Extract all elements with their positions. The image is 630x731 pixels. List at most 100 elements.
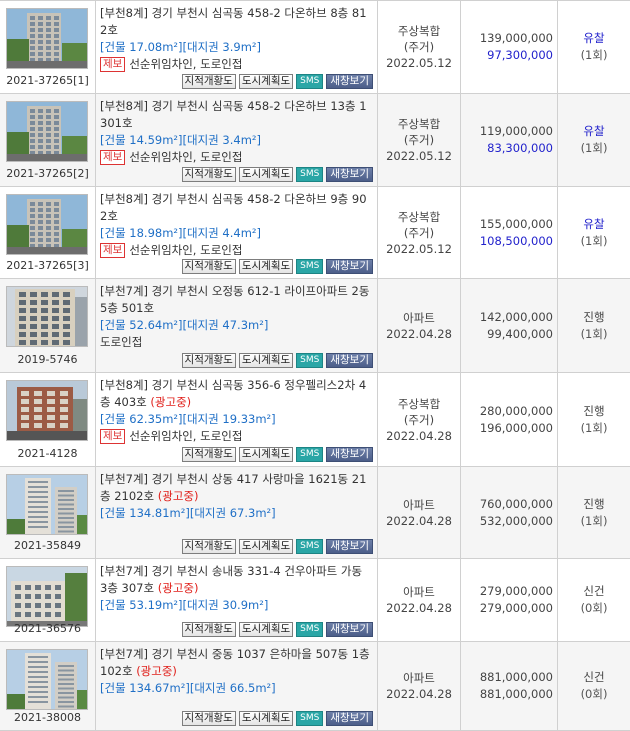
property-address[interactable]: [부천8계] 경기 부천시 심곡동 458-2 다온하브 8층 812호	[100, 5, 373, 39]
photo-cell: 2021-35849	[0, 467, 95, 558]
address-text[interactable]: [부천8계] 경기 부천시 심곡동 458-2 다온하브 8층 812호	[100, 6, 367, 37]
new-window-button[interactable]: 새창보기	[326, 74, 373, 89]
type-cell: 아파트 2022.04.28	[377, 559, 460, 641]
report-badge[interactable]: 제보	[100, 57, 126, 72]
case-number[interactable]: 2021-37265[2]	[0, 167, 95, 180]
property-photo[interactable]	[6, 380, 88, 441]
table-row[interactable]: 2021-37265[2] [부천8계] 경기 부천시 심곡동 458-2 다온하…	[0, 94, 630, 187]
cadastral-map-button[interactable]: 지적개황도	[181, 74, 236, 89]
report-badge[interactable]: 제보	[100, 243, 126, 258]
cadastral-map-button[interactable]: 지적개황도	[181, 711, 236, 726]
table-row[interactable]: 2021-37265[3] [부천8계] 경기 부천시 심곡동 458-2 다온하…	[0, 187, 630, 279]
new-window-button[interactable]: 새창보기	[326, 711, 373, 726]
photo-cell: 2021-36576	[0, 559, 95, 641]
address-text[interactable]: [부천7계] 경기 부천시 송내동 331-4 건우아파트 가동 3층 307호	[100, 564, 362, 595]
new-window-button[interactable]: 새창보기	[326, 167, 373, 182]
cadastral-map-button[interactable]: 지적개황도	[181, 622, 236, 637]
sale-date: 2022.05.12	[386, 56, 452, 70]
new-window-button[interactable]: 새창보기	[326, 622, 373, 637]
property-photo[interactable]	[6, 474, 88, 535]
property-address[interactable]: [부천7계] 경기 부천시 오정동 612-1 라이프아파트 2동 5층 501…	[100, 283, 373, 317]
report-badge[interactable]: 제보	[100, 150, 126, 165]
property-type: 아파트	[403, 585, 435, 599]
case-number[interactable]: 2021-4128	[0, 447, 95, 460]
property-subtype: (주거)	[403, 133, 435, 147]
notes: 제보 선순위임차인, 도로인접	[100, 56, 373, 73]
cadastral-map-button[interactable]: 지적개황도	[181, 167, 236, 182]
case-number[interactable]: 2021-36576	[0, 622, 95, 635]
case-number[interactable]: 2021-37265[3]	[0, 259, 95, 272]
urban-plan-button[interactable]: 도시계획도	[238, 167, 294, 182]
new-window-button[interactable]: 새창보기	[326, 353, 373, 368]
new-window-button[interactable]: 새창보기	[326, 259, 373, 274]
table-row[interactable]: 2021-4128 [부천8계] 경기 부천시 심곡동 356-6 정우펠리스2차…	[0, 373, 630, 467]
property-photo[interactable]	[6, 8, 88, 69]
cadastral-map-button[interactable]: 지적개황도	[181, 539, 236, 554]
property-address[interactable]: [부천7계] 경기 부천시 상동 417 사랑마을 1621동 21층 2102…	[100, 471, 373, 505]
case-number[interactable]: 2019-5746	[0, 353, 95, 366]
address-text[interactable]: [부천7계] 경기 부천시 상동 417 사랑마을 1621동 21층 2102…	[100, 472, 366, 503]
area-info: [건물 52.64m²][대지권 47.3m²]	[100, 318, 269, 332]
sale-date: 2022.04.28	[386, 326, 452, 341]
info-cell: [부천8계] 경기 부천시 심곡동 458-2 다온하브 9층 902호 [건물 …	[95, 187, 377, 278]
table-row[interactable]: 2021-35849 [부천7계] 경기 부천시 상동 417 사랑마을 1621…	[0, 467, 630, 559]
case-number[interactable]: 2021-37265[1]	[0, 74, 95, 87]
new-window-button[interactable]: 새창보기	[326, 447, 373, 462]
property-photo[interactable]	[6, 566, 88, 627]
sms-button[interactable]: SMS	[296, 74, 324, 89]
sms-button[interactable]: SMS	[296, 539, 324, 554]
property-address[interactable]: [부천7계] 경기 부천시 송내동 331-4 건우아파트 가동 3층 307호…	[100, 563, 373, 597]
notes: 제보 선순위임차인, 도로인접	[100, 242, 373, 259]
appraisal-price: 279,000,000	[479, 584, 553, 598]
sms-button[interactable]: SMS	[296, 447, 324, 462]
photo-cell: 2021-38008	[0, 642, 95, 730]
urban-plan-button[interactable]: 도시계획도	[238, 711, 294, 726]
property-photo[interactable]	[6, 194, 88, 255]
property-address[interactable]: [부천8계] 경기 부천시 심곡동 458-2 다온하브 9층 902호	[100, 191, 373, 225]
minimum-price: 108,500,000	[479, 233, 553, 248]
address-text[interactable]: [부천8계] 경기 부천시 심곡동 458-2 다온하브 13층 1301호	[100, 99, 367, 130]
urban-plan-button[interactable]: 도시계획도	[238, 353, 294, 368]
failed-rounds: (1회)	[580, 420, 608, 435]
address-text[interactable]: [부천7계] 경기 부천시 오정동 612-1 라이프아파트 2동 5층 501…	[100, 284, 369, 315]
property-address[interactable]: [부천8계] 경기 부천시 심곡동 356-6 정우펠리스2차 4층 403호 …	[100, 377, 373, 411]
table-row[interactable]: 2019-5746 [부천7계] 경기 부천시 오정동 612-1 라이프아파트 …	[0, 279, 630, 373]
sms-button[interactable]: SMS	[296, 259, 324, 274]
case-number[interactable]: 2021-35849	[0, 539, 95, 552]
urban-plan-button[interactable]: 도시계획도	[238, 259, 294, 274]
cadastral-map-button[interactable]: 지적개황도	[181, 259, 236, 274]
notes: 제보 선순위임차인, 도로인접	[100, 428, 373, 445]
table-row[interactable]: 2021-38008 [부천7계] 경기 부천시 중동 1037 은하마을 507…	[0, 642, 630, 731]
sms-button[interactable]: SMS	[296, 353, 324, 368]
urban-plan-button[interactable]: 도시계획도	[238, 447, 294, 462]
property-type: 아파트	[403, 310, 435, 325]
sms-button[interactable]: SMS	[296, 711, 324, 726]
property-subtype: (주거)	[403, 412, 435, 427]
info-cell: [부천7계] 경기 부천시 송내동 331-4 건우아파트 가동 3층 307호…	[95, 559, 377, 641]
address-text[interactable]: [부천8계] 경기 부천시 심곡동 356-6 정우펠리스2차 4층 403호	[100, 378, 366, 409]
table-row[interactable]: 2021-37265[1] [부천8계] 경기 부천시 심곡동 458-2 다온하…	[0, 1, 630, 94]
urban-plan-button[interactable]: 도시계획도	[238, 539, 294, 554]
auction-status: 진행	[583, 403, 605, 418]
type-cell: 아파트 2022.04.28	[377, 467, 460, 558]
sms-button[interactable]: SMS	[296, 622, 324, 637]
property-photo[interactable]	[6, 649, 88, 710]
action-buttons: 지적개황도 도시계획도 SMS 새창보기	[181, 539, 373, 554]
property-photo[interactable]	[6, 286, 88, 347]
address-text[interactable]: [부천8계] 경기 부천시 심곡동 458-2 다온하브 9층 902호	[100, 192, 367, 223]
cadastral-map-button[interactable]: 지적개황도	[181, 447, 236, 462]
urban-plan-button[interactable]: 도시계획도	[238, 622, 294, 637]
price-cell: 881,000,000 881,000,000	[460, 642, 557, 730]
property-address[interactable]: [부천7계] 경기 부천시 중동 1037 은하마을 507동 1층 102호 …	[100, 646, 373, 680]
case-number[interactable]: 2021-38008	[0, 711, 95, 724]
table-row[interactable]: 2021-36576 [부천7계] 경기 부천시 송내동 331-4 건우아파트 …	[0, 559, 630, 642]
report-badge[interactable]: 제보	[100, 429, 126, 444]
cadastral-map-button[interactable]: 지적개황도	[181, 353, 236, 368]
new-window-button[interactable]: 새창보기	[326, 539, 373, 554]
property-photo[interactable]	[6, 101, 88, 162]
sms-button[interactable]: SMS	[296, 167, 324, 182]
property-address[interactable]: [부천8계] 경기 부천시 심곡동 458-2 다온하브 13층 1301호	[100, 98, 373, 132]
urban-plan-button[interactable]: 도시계획도	[238, 74, 294, 89]
auction-status: 유찰	[583, 216, 605, 231]
photo-cell: 2021-37265[2]	[0, 94, 95, 186]
